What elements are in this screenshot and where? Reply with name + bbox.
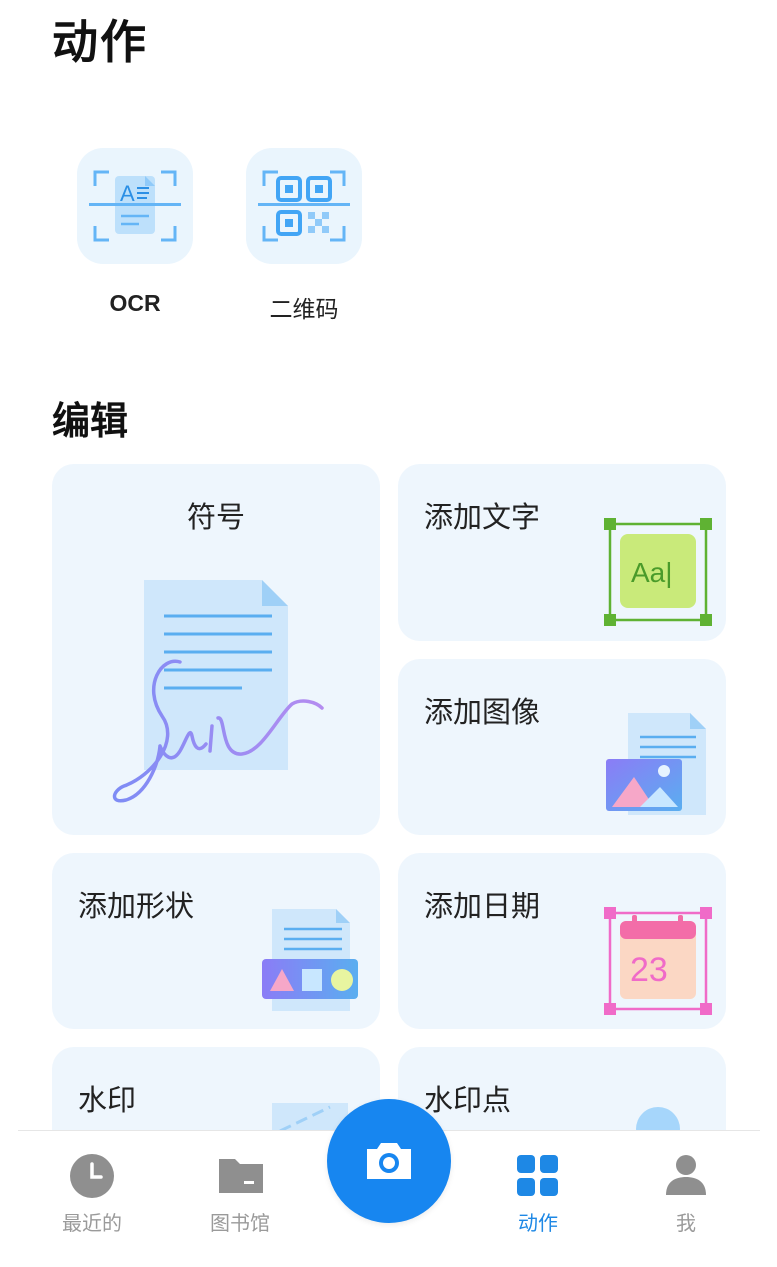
text-box-icon-text: Aa| (631, 557, 673, 588)
ocr-scan-icon: A (89, 170, 181, 242)
person-icon (666, 1155, 706, 1195)
calendar-icon: 23 (604, 907, 712, 1015)
add-date-card[interactable]: 添加日期 23 (398, 853, 726, 1029)
watermark-dot-label: 水印点 (424, 1083, 512, 1117)
ocr-tile[interactable]: A (77, 148, 193, 264)
calendar-icon-text: 23 (630, 951, 668, 989)
shapes-document-icon (262, 909, 358, 1011)
nav-item-recent[interactable]: 最近的 (32, 1131, 152, 1251)
page-title: 动作 (52, 15, 148, 69)
add-image-label: 添加图像 (424, 695, 541, 729)
clock-icon (70, 1154, 114, 1198)
nav-item-me[interactable]: 我 (626, 1131, 746, 1251)
camera-button[interactable] (327, 1099, 451, 1223)
signature-document-icon (112, 580, 324, 803)
add-image-card[interactable]: 添加图像 (398, 659, 726, 835)
add-date-label: 添加日期 (424, 889, 541, 923)
nav-label-actions: 动作 (518, 1211, 558, 1235)
nav-label-recent: 最近的 (62, 1211, 122, 1235)
ocr-tool[interactable]: A OCR (77, 148, 193, 316)
add-text-card[interactable]: 添加文字 Aa| (398, 464, 726, 641)
add-text-label: 添加文字 (424, 500, 541, 534)
folder-icon (219, 1159, 263, 1193)
watermark-label: 水印 (78, 1083, 137, 1117)
text-box-icon: Aa| (604, 518, 712, 626)
signature-card[interactable]: 符号 (52, 464, 380, 835)
add-shape-label: 添加形状 (78, 889, 195, 923)
qr-code-tile[interactable] (246, 148, 362, 264)
qr-code-label: 二维码 (269, 297, 339, 323)
nav-item-actions[interactable]: 动作 (478, 1131, 598, 1251)
camera-icon (367, 1143, 411, 1179)
qr-code-scan-icon (258, 170, 350, 242)
svg-text:A: A (120, 181, 135, 206)
edit-section-title: 编辑 (52, 399, 129, 443)
nav-label-library: 图书馆 (210, 1211, 270, 1235)
nav-label-me: 我 (676, 1211, 696, 1235)
signature-label: 符号 (186, 500, 245, 534)
grid-icon (517, 1155, 558, 1196)
ocr-label: OCR (109, 290, 161, 316)
image-document-icon (606, 713, 706, 815)
add-shape-card[interactable]: 添加形状 (52, 853, 380, 1029)
nav-item-library[interactable]: 图书馆 (180, 1131, 300, 1251)
qr-code-tool[interactable]: 二维码 (246, 148, 362, 323)
